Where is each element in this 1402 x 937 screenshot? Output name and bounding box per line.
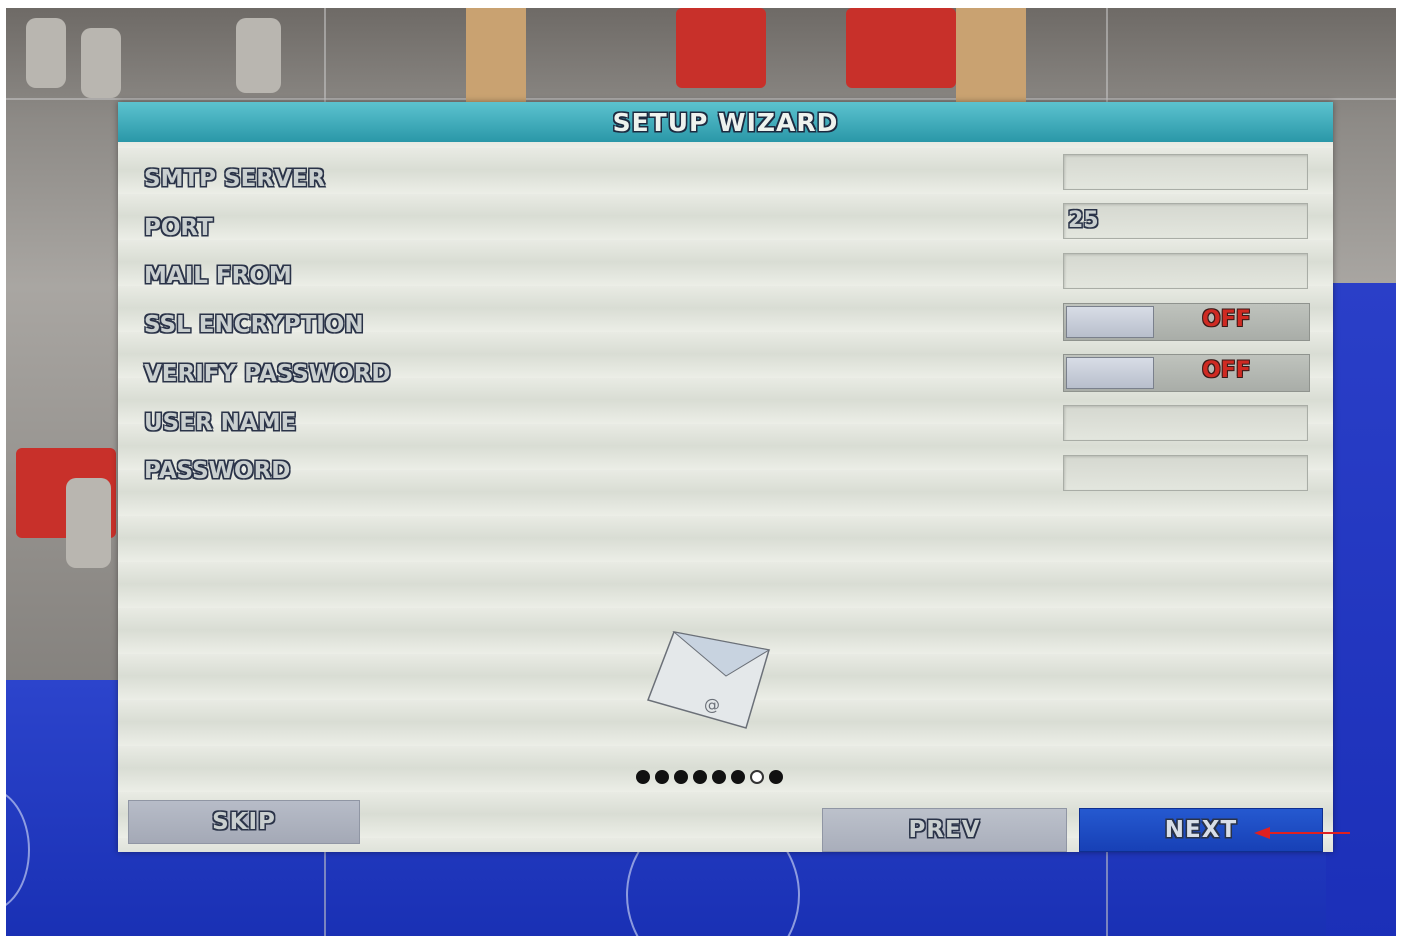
prev-button[interactable]: PREV bbox=[822, 808, 1067, 852]
wizard-progress-dots bbox=[636, 770, 783, 786]
verify-password-toggle[interactable]: OFF bbox=[1063, 354, 1310, 392]
password-input[interactable] bbox=[1063, 455, 1308, 491]
annotation-arrow-icon bbox=[1254, 827, 1350, 839]
scene-object bbox=[236, 18, 281, 93]
dialog-title: SETUP WIZARD bbox=[612, 108, 839, 137]
progress-dot-current bbox=[750, 770, 764, 784]
progress-dot bbox=[693, 770, 707, 784]
scene-object bbox=[846, 8, 956, 88]
ssl-encryption-state: OFF bbox=[1202, 307, 1251, 332]
toggle-knob bbox=[1066, 357, 1154, 389]
setup-wizard-dialog: SETUP WIZARD SMTP SERVER PORT 25 MAIL FR… bbox=[118, 102, 1333, 852]
ssl-encryption-toggle[interactable]: OFF bbox=[1063, 303, 1310, 341]
scene-object bbox=[676, 8, 766, 88]
mail-from-label: MAIL FROM bbox=[144, 263, 292, 289]
mail-from-input[interactable] bbox=[1063, 253, 1308, 289]
scene-object bbox=[26, 18, 66, 88]
grid-divider bbox=[6, 98, 1396, 100]
progress-dot bbox=[674, 770, 688, 784]
scene-object bbox=[956, 8, 1026, 103]
progress-dot bbox=[731, 770, 745, 784]
scene-object bbox=[81, 28, 121, 98]
scene-object bbox=[466, 8, 526, 103]
progress-dot bbox=[636, 770, 650, 784]
envelope-at-symbol: @ bbox=[704, 695, 720, 714]
skip-button[interactable]: SKIP bbox=[128, 800, 360, 844]
smtp-server-label: SMTP SERVER bbox=[144, 166, 326, 192]
dialog-title-bar: SETUP WIZARD bbox=[118, 102, 1333, 142]
user-name-input[interactable] bbox=[1063, 405, 1308, 441]
email-envelope-icon: @ bbox=[647, 631, 771, 729]
ssl-encryption-label: SSL ENCRYPTION bbox=[144, 312, 364, 338]
port-label: PORT bbox=[144, 215, 213, 241]
progress-dot bbox=[655, 770, 669, 784]
progress-dot bbox=[769, 770, 783, 784]
verify-password-label: VERIFY PASSWORD bbox=[144, 361, 391, 387]
user-name-label: USER NAME bbox=[144, 410, 297, 436]
verify-password-state: OFF bbox=[1202, 358, 1251, 383]
progress-dot bbox=[712, 770, 726, 784]
scene-object bbox=[66, 478, 111, 568]
toggle-knob bbox=[1066, 306, 1154, 338]
smtp-server-input[interactable] bbox=[1063, 154, 1308, 190]
password-label: PASSWORD bbox=[144, 458, 291, 484]
port-input[interactable]: 25 bbox=[1063, 203, 1308, 239]
